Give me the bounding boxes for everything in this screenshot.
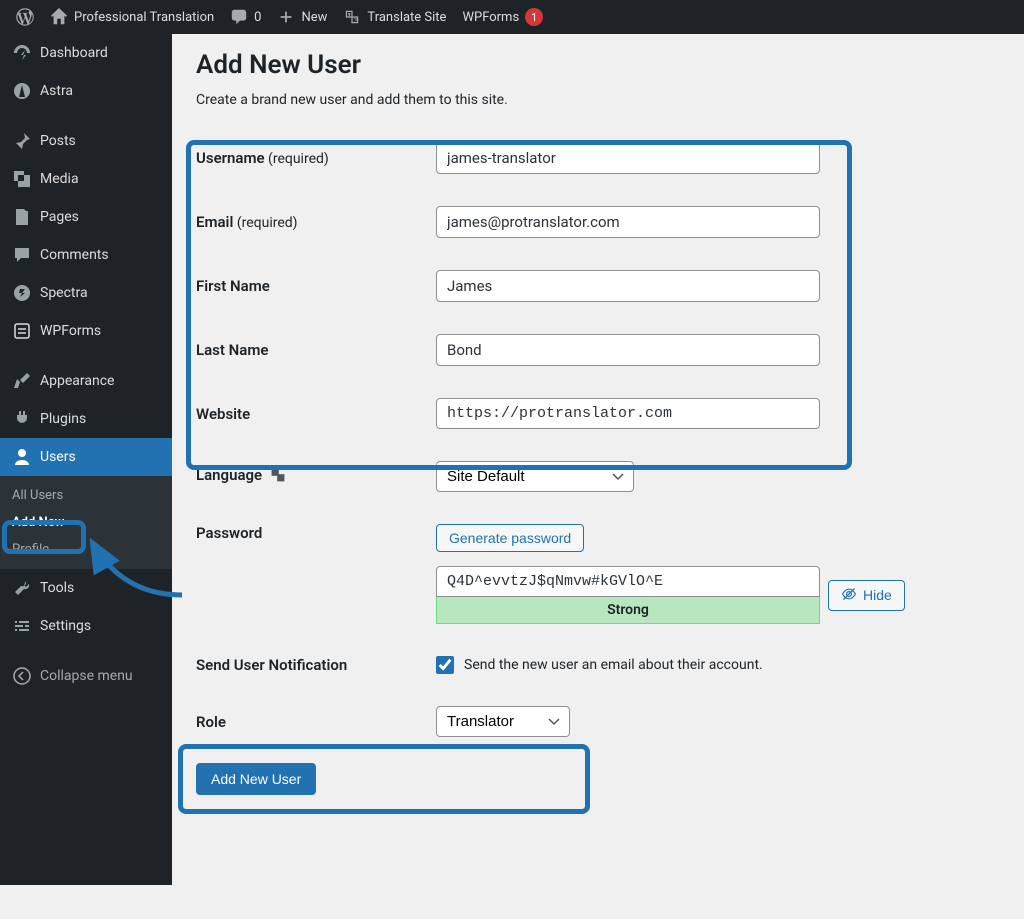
sidebar-item-label: Appearance bbox=[40, 373, 114, 389]
main-content: Add New User Create a brand new user and… bbox=[172, 34, 1024, 827]
email-label: Email (required) bbox=[196, 213, 436, 231]
sidebar-item-label: Media bbox=[40, 171, 79, 187]
password-input[interactable] bbox=[436, 566, 820, 597]
sidebar-item-label: WPForms bbox=[40, 323, 101, 339]
pin-icon bbox=[12, 131, 32, 151]
sidebar-item-label: Posts bbox=[40, 133, 76, 149]
language-label: Language bbox=[196, 466, 436, 486]
password-strength: Strong bbox=[436, 597, 820, 624]
tools-icon bbox=[12, 578, 32, 598]
role-label: Role bbox=[196, 713, 436, 731]
send-notification-label: Send User Notification bbox=[196, 656, 436, 674]
sidebar-item-label: Comments bbox=[40, 247, 109, 263]
page-title: Add New User bbox=[196, 50, 1000, 80]
pages-icon bbox=[12, 207, 32, 227]
add-new-user-button[interactable]: Add New User bbox=[196, 763, 316, 795]
comments-icon bbox=[12, 245, 32, 265]
username-input[interactable] bbox=[436, 142, 820, 174]
spectra-icon bbox=[12, 283, 32, 303]
wp-logo[interactable] bbox=[8, 0, 42, 34]
wpforms-link[interactable]: WPForms 1 bbox=[454, 0, 551, 34]
sidebar-item-settings[interactable]: Settings bbox=[0, 607, 172, 645]
comments-count: 0 bbox=[254, 10, 261, 25]
first-name-input[interactable] bbox=[436, 270, 820, 302]
first-name-label: First Name bbox=[196, 277, 436, 295]
translate-icon bbox=[270, 467, 286, 487]
sidebar-item-dashboard[interactable]: Dashboard bbox=[0, 34, 172, 72]
wpforms-label: WPForms bbox=[462, 10, 519, 25]
sidebar-item-label: Users bbox=[40, 449, 76, 465]
sidebar-item-posts[interactable]: Posts bbox=[0, 122, 172, 160]
submenu-item-profile[interactable]: Profile bbox=[0, 536, 172, 563]
add-user-form: Username (required) Email (required) Fir… bbox=[196, 126, 1000, 811]
page-subtitle: Create a brand new user and add them to … bbox=[196, 92, 1000, 108]
last-name-label: Last Name bbox=[196, 341, 436, 359]
sidebar-item-label: Collapse menu bbox=[40, 668, 133, 684]
sidebar-item-media[interactable]: Media bbox=[0, 160, 172, 198]
role-select[interactable]: Translator bbox=[436, 706, 570, 737]
sidebar-item-label: Plugins bbox=[40, 411, 86, 427]
wordpress-icon bbox=[16, 8, 34, 26]
settings-icon bbox=[12, 616, 32, 636]
generate-password-button[interactable]: Generate password bbox=[436, 524, 584, 552]
sidebar-item-label: Dashboard bbox=[40, 45, 108, 61]
plus-icon bbox=[277, 8, 295, 26]
media-icon bbox=[12, 169, 32, 189]
sidebar-item-pages[interactable]: Pages bbox=[0, 198, 172, 236]
appearance-icon bbox=[12, 371, 32, 391]
sidebar-item-users[interactable]: Users bbox=[0, 438, 172, 476]
admin-bar: Professional Translation 0 New 文 Transla… bbox=[0, 0, 1024, 34]
send-notification-checkbox[interactable] bbox=[436, 656, 454, 674]
home-icon bbox=[50, 8, 68, 26]
users-icon bbox=[12, 447, 32, 467]
comments-link[interactable]: 0 bbox=[222, 0, 269, 34]
collapse-icon bbox=[12, 666, 32, 686]
language-select[interactable]: Site Default bbox=[436, 461, 634, 492]
sidebar-item-label: Astra bbox=[40, 83, 73, 99]
site-name-link[interactable]: Professional Translation bbox=[42, 0, 222, 34]
password-label: Password bbox=[196, 524, 436, 542]
website-label: Website bbox=[196, 405, 436, 423]
email-input[interactable] bbox=[436, 206, 820, 238]
wpforms-icon bbox=[12, 321, 32, 341]
eye-slash-icon bbox=[841, 586, 857, 605]
sidebar-item-astra[interactable]: Astra bbox=[0, 72, 172, 110]
send-notification-desc: Send the new user an email about their a… bbox=[464, 657, 763, 673]
sidebar-item-plugins[interactable]: Plugins bbox=[0, 400, 172, 438]
sidebar-item-comments[interactable]: Comments bbox=[0, 236, 172, 274]
username-label: Username (required) bbox=[196, 149, 436, 167]
plugins-icon bbox=[12, 409, 32, 429]
submenu-item-add-new[interactable]: Add New bbox=[0, 509, 172, 536]
sidebar-item-appearance[interactable]: Appearance bbox=[0, 362, 172, 400]
wpforms-badge: 1 bbox=[525, 8, 543, 26]
translate-icon: 文 bbox=[343, 8, 361, 26]
translate-site-link[interactable]: 文 Translate Site bbox=[335, 0, 454, 34]
submenu-item-all-users[interactable]: All Users bbox=[0, 482, 172, 509]
sidebar-item-spectra[interactable]: Spectra bbox=[0, 274, 172, 312]
astra-icon bbox=[12, 81, 32, 101]
sidebar-item-tools[interactable]: Tools bbox=[0, 569, 172, 607]
dashboard-icon bbox=[12, 43, 32, 63]
hide-password-button[interactable]: Hide bbox=[828, 580, 905, 611]
new-content-label: New bbox=[301, 10, 327, 25]
admin-sidebar: Dashboard Astra Posts Media Pages Commen… bbox=[0, 34, 172, 885]
sidebar-item-label: Settings bbox=[40, 618, 91, 634]
site-name-label: Professional Translation bbox=[74, 10, 214, 25]
website-input[interactable] bbox=[436, 398, 820, 429]
sidebar-item-label: Pages bbox=[40, 209, 79, 225]
new-content-link[interactable]: New bbox=[269, 0, 335, 34]
sidebar-item-wpforms[interactable]: WPForms bbox=[0, 312, 172, 350]
translate-site-label: Translate Site bbox=[367, 10, 446, 25]
submenu-users: All Users Add New Profile bbox=[0, 476, 172, 569]
sidebar-item-label: Spectra bbox=[40, 285, 88, 301]
comment-icon bbox=[230, 8, 248, 26]
last-name-input[interactable] bbox=[436, 334, 820, 366]
sidebar-item-collapse[interactable]: Collapse menu bbox=[0, 657, 172, 695]
sidebar-item-label: Tools bbox=[40, 580, 74, 596]
